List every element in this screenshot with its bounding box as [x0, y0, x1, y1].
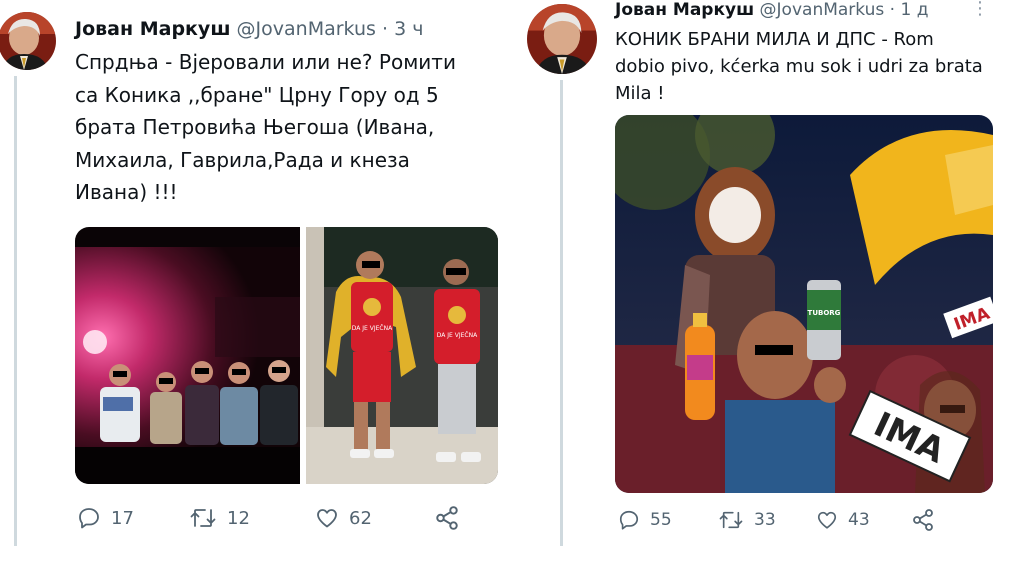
tweet-1[interactable]: Јован Маркуш @JovanMarkus · 3 ч Спрдња -…: [0, 0, 510, 565]
heart-icon: [817, 511, 837, 529]
share-button[interactable]: [911, 508, 935, 532]
heart-icon: [317, 509, 337, 528]
avatar[interactable]: [527, 4, 597, 74]
reply-button[interactable]: 55: [617, 509, 717, 531]
shirt-caption: DA JE VJEČNA: [437, 332, 478, 339]
reply-count: 17: [111, 507, 134, 529]
reply-button[interactable]: 17: [76, 506, 188, 530]
avatar[interactable]: [0, 12, 56, 70]
thread-line: [14, 76, 17, 546]
tweet-text-line: КОНИК БРАНИ МИЛА И ДПС - Rom: [615, 29, 934, 50]
shirt-caption: DA JE VJEČNA: [352, 325, 393, 332]
tweet-photo-rally[interactable]: TUBORG IMA IMA: [615, 115, 993, 493]
more-icon[interactable]: ⋮: [971, 0, 989, 19]
separator: ·: [889, 0, 896, 20]
like-button[interactable]: 43: [815, 509, 911, 531]
timestamp[interactable]: 3 ч: [394, 18, 423, 40]
tweet-header: Јован Маркуш @JovanMarkus · 3 ч: [75, 18, 423, 40]
thread-line: [560, 80, 563, 546]
tweet-text-line: Mila !: [615, 83, 665, 104]
tweet-2[interactable]: Јован Маркуш @JovanMarkus · 1 д ⋮ КОНИК …: [525, 0, 1024, 565]
tweet-text-line: са Коника ,,бране" Црну Гору од 5: [75, 82, 439, 107]
reply-icon: [79, 508, 99, 529]
like-count: 62: [349, 507, 372, 529]
author-handle[interactable]: @JovanMarkus: [760, 0, 885, 20]
like-button[interactable]: 62: [314, 506, 434, 530]
separator: ·: [381, 18, 389, 40]
tweet-text-line: dobio pivo, kćerka mu sok i udri za brat…: [615, 56, 983, 77]
share-icon: [436, 506, 458, 530]
tweet-header: Јован Маркуш @JovanMarkus · 1 д: [615, 0, 928, 20]
tweet-actions: 55 33 43: [617, 508, 1007, 532]
timestamp[interactable]: 1 д: [900, 0, 928, 20]
author-name[interactable]: Јован Маркуш: [615, 0, 754, 20]
retweet-icon: [190, 509, 216, 527]
retweet-button[interactable]: 33: [717, 509, 815, 531]
tweet-photo-fans[interactable]: DA JE VJEČNA DA JE VJEČNA: [306, 227, 498, 484]
author-name[interactable]: Јован Маркуш: [75, 18, 231, 40]
tweet-text: КОНИК БРАНИ МИЛА И ДПС - Rom dobio pivo,…: [615, 26, 1015, 107]
retweet-button[interactable]: 12: [188, 506, 314, 530]
tweet-text-line: брата Петровића Његоша (Ивана,: [75, 115, 435, 139]
share-icon: [913, 509, 933, 531]
reply-count: 55: [650, 510, 672, 530]
tweet-text-line: Михаила, Гаврила,Рада и кнеза: [75, 147, 410, 172]
reply-icon: [619, 510, 639, 530]
author-handle[interactable]: @JovanMarkus: [237, 18, 376, 40]
tweet-text-line: Спрдња - Вјеровали или не? Ромити: [75, 50, 456, 74]
retweet-icon: [719, 511, 743, 529]
tweet-photo-crowd[interactable]: [75, 227, 300, 484]
tweet-text: Спрдња - Вјеровали или не? Ромити са Кон…: [75, 46, 507, 209]
like-count: 43: [848, 510, 870, 530]
tweet-actions: 17 12 62: [76, 505, 496, 531]
share-button[interactable]: [434, 505, 460, 531]
can-label: TUBORG: [808, 309, 841, 317]
retweet-count: 12: [227, 507, 250, 529]
retweet-count: 33: [754, 510, 776, 530]
tweet-text-line: Ивана) !!!: [75, 180, 178, 204]
